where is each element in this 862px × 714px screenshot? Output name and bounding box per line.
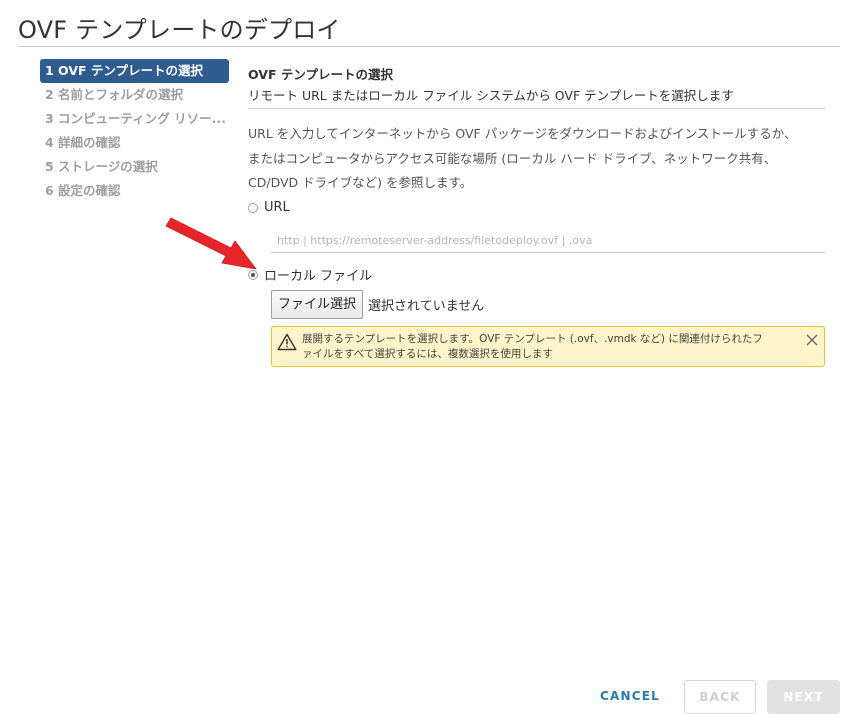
description: URL を入力してインターネットから OVF パッケージをダウンロードおよびイン… [248,122,825,196]
alert-message: 展開するテンプレートを選択します。OVF テンプレート (.ovf、.vmdk … [302,332,802,361]
annotation-arrow-icon [165,217,257,270]
warning-alert: 展開するテンプレートを選択します。OVF テンプレート (.ovf、.vmdk … [271,326,825,367]
url-option[interactable]: URL [248,200,290,215]
url-radio[interactable] [248,202,258,213]
step-review-details[interactable]: 4 詳細の確認 [40,131,229,155]
section-divider [248,108,825,109]
section-subtitle: リモート URL またはローカル ファイル システムから OVF テンプレートを… [248,88,734,103]
back-button[interactable]: BACK [684,680,756,714]
url-radio-label: URL [264,200,290,215]
next-button[interactable]: NEXT [767,680,840,714]
warning-icon [277,333,297,351]
local-file-option[interactable]: ローカル ファイル [248,265,372,284]
description-line: CD/DVD ドライブなど) を参照します。 [248,175,473,190]
url-input[interactable] [271,229,825,253]
section-title: OVF テンプレートの選択 [248,67,393,82]
title-divider [18,46,840,47]
description-line: URL を入力してインターネットから OVF パッケージをダウンロードおよびイン… [248,126,797,141]
choose-file-button[interactable]: ファイル選択 [271,290,364,319]
file-status-text: 選択されていません [368,299,485,314]
cancel-button[interactable]: CANCEL [586,680,674,714]
alert-message-line: ァイルをすべて選択するには、複数選択を使用します [302,347,553,360]
step-select-ovf-template[interactable]: 1 OVF テンプレートの選択 [40,59,229,83]
close-icon[interactable] [805,333,819,347]
wizard-steps: 1 OVF テンプレートの選択 2 名前とフォルダの選択 3 コンピューティング… [40,59,229,203]
step-ready-to-complete[interactable]: 6 設定の確認 [40,179,229,203]
local-file-radio-label: ローカル ファイル [264,269,373,284]
step-name-and-folder[interactable]: 2 名前とフォルダの選択 [40,83,229,107]
step-compute-resource[interactable]: 3 コンピューティング リソー... [40,107,229,131]
wizard-title: OVF テンプレートのデプロイ [18,16,341,44]
alert-message-line: 展開するテンプレートを選択します。OVF テンプレート (.ovf、.vmdk … [302,333,763,345]
description-line: またはコンピュータからアクセス可能な場所 (ローカル ハード ドライブ、ネットワ… [248,150,777,166]
step-select-storage[interactable]: 5 ストレージの選択 [40,155,229,179]
